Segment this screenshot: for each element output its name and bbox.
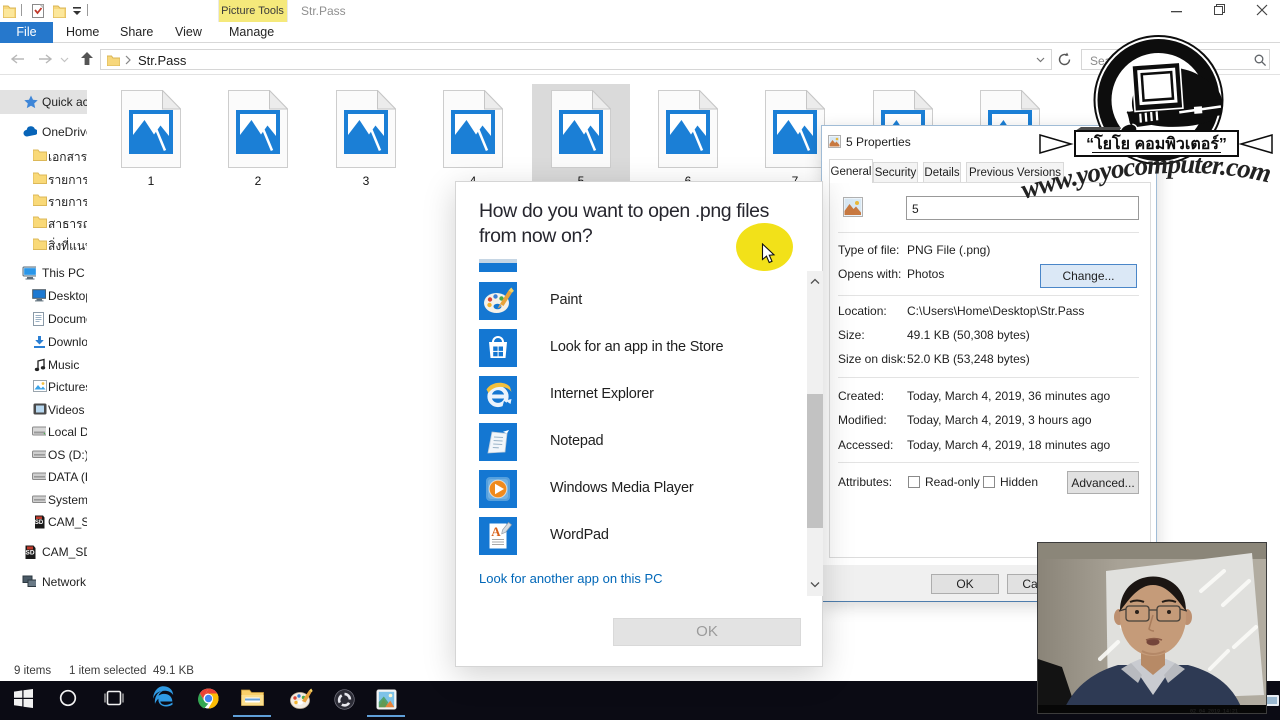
svg-text:A: A [491, 524, 501, 539]
svg-text:SD: SD [25, 550, 34, 557]
svg-text:SD: SD [35, 520, 44, 526]
svg-text:02 04 2019 14:21: 02 04 2019 14:21 [1190, 709, 1238, 715]
